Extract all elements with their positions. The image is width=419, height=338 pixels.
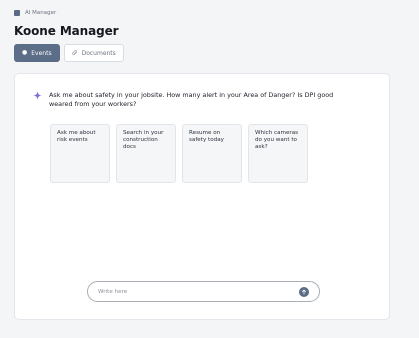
dot-icon: ● xyxy=(22,49,28,56)
page-title: Koone Manager xyxy=(14,24,119,38)
tab-events[interactable]: ● Events xyxy=(14,44,60,62)
sparkle-icon xyxy=(33,91,42,103)
chat-input[interactable] xyxy=(98,288,299,295)
arrow-up-icon xyxy=(302,289,306,294)
suggestion-list: Ask me about risk events Search in your … xyxy=(50,124,308,183)
chat-input-container xyxy=(87,281,320,302)
tab-documents[interactable]: Documents xyxy=(63,44,124,62)
tab-events-label: Events xyxy=(31,49,52,57)
app-square-icon xyxy=(14,10,20,16)
breadcrumb-label[interactable]: AI Manager xyxy=(25,10,56,16)
suggestion-card[interactable]: Ask me about risk events xyxy=(50,124,110,183)
suggestion-card[interactable]: Resume on safety today xyxy=(182,124,242,183)
app-root: AI Manager Koone Manager ● Events Docume… xyxy=(0,0,419,338)
assistant-prompt: Ask me about safety in your jobsite. How… xyxy=(49,91,334,108)
chat-panel: Ask me about safety in your jobsite. How… xyxy=(14,73,390,320)
tab-documents-label: Documents xyxy=(81,49,116,57)
tab-bar: ● Events Documents xyxy=(14,44,124,62)
send-button[interactable] xyxy=(299,286,309,297)
suggestion-card[interactable]: Search in your construction docs xyxy=(116,124,176,183)
suggestion-card[interactable]: Which cameras do you want to ask? xyxy=(248,124,308,183)
breadcrumb: AI Manager xyxy=(14,10,56,16)
paperclip-icon xyxy=(71,49,78,58)
